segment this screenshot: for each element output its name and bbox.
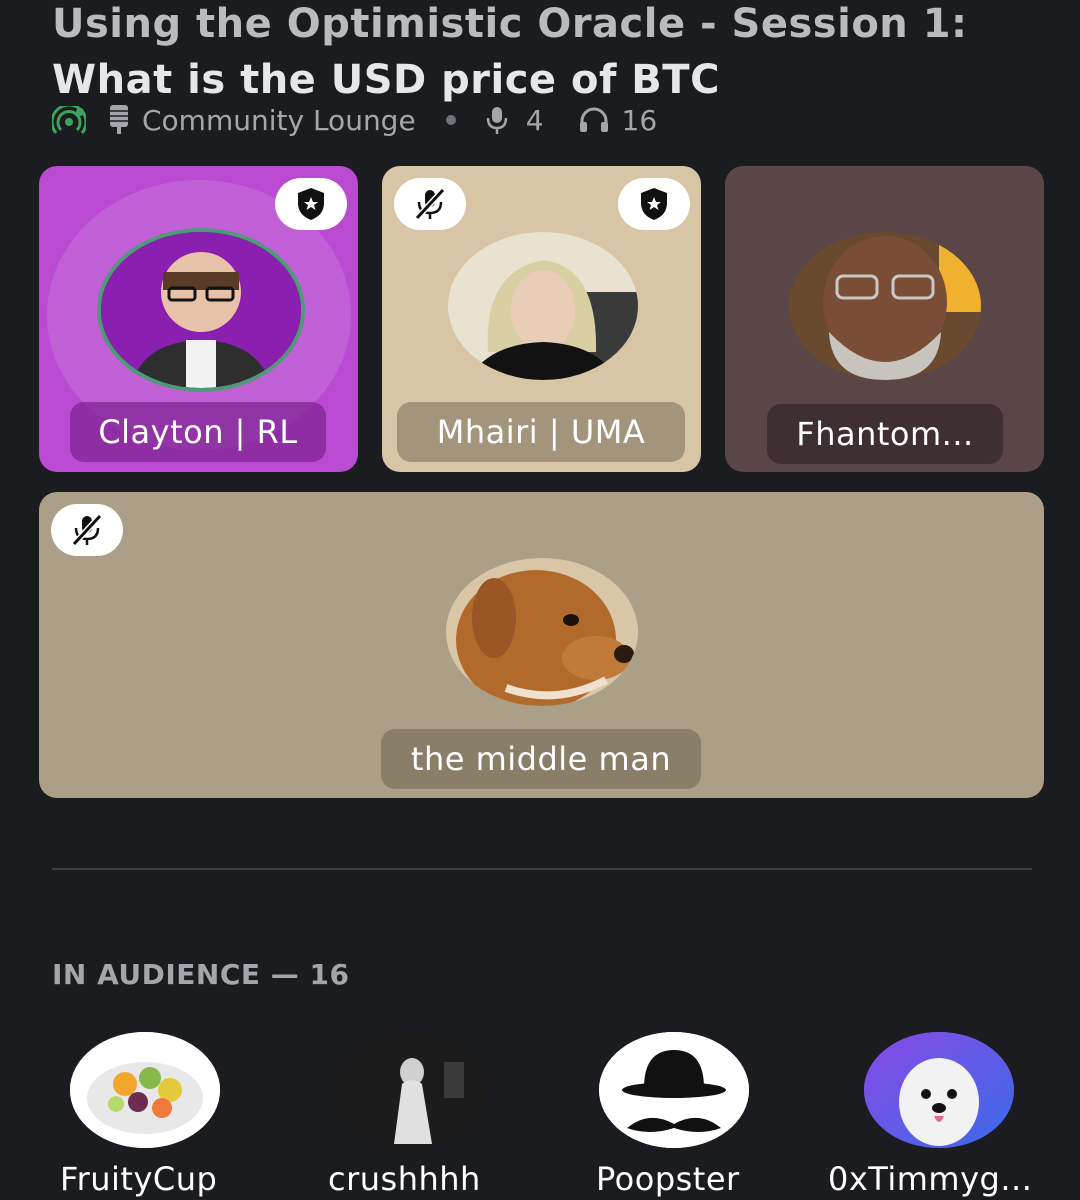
avatar bbox=[864, 1032, 1014, 1148]
avatar bbox=[789, 232, 981, 380]
channel-icon bbox=[108, 104, 130, 136]
listener-count: 16 bbox=[621, 103, 658, 137]
divider bbox=[52, 868, 1032, 870]
channel-name[interactable]: Community Lounge bbox=[142, 104, 416, 137]
microphone-icon bbox=[486, 105, 508, 135]
avatar bbox=[336, 1032, 486, 1148]
avatar bbox=[97, 228, 305, 392]
speaker-name: the middle man bbox=[381, 729, 701, 789]
audience-header: IN AUDIENCE — 16 bbox=[52, 958, 350, 991]
speaker-count: 4 bbox=[525, 103, 544, 137]
speaker-tile-the-middle-man[interactable]: the middle man bbox=[39, 492, 1044, 798]
separator-dot bbox=[445, 115, 456, 125]
avatar bbox=[599, 1032, 749, 1148]
stage-title-line-1: Using the Optimistic Oracle - Session 1: bbox=[52, 1, 968, 47]
avatar bbox=[446, 558, 638, 706]
muted-microphone-icon bbox=[51, 504, 123, 556]
avatar bbox=[70, 1032, 220, 1148]
speaker-name: Fhantom... bbox=[767, 404, 1003, 464]
speaker-tile-mhairi[interactable]: Mhairi | UMA bbox=[382, 166, 701, 472]
muted-microphone-icon bbox=[394, 178, 466, 230]
audience-name: 0xTimmyg... bbox=[828, 1160, 1033, 1198]
moderator-shield-icon bbox=[275, 178, 347, 230]
speaker-tile-fhantom[interactable]: Fhantom... bbox=[725, 166, 1044, 472]
stage-title: Using the Optimistic Oracle - Session 1:… bbox=[52, 0, 1052, 108]
audience-name: FruityCup bbox=[60, 1160, 218, 1198]
speaker-tile-clayton[interactable]: Clayton | RL bbox=[39, 166, 358, 472]
stage-live-icon bbox=[52, 106, 86, 134]
audience-name: crushhhh bbox=[328, 1160, 481, 1198]
moderator-shield-icon bbox=[618, 178, 690, 230]
avatar bbox=[448, 232, 638, 380]
audience-name: Poopster bbox=[596, 1160, 740, 1198]
stage-meta: Community Lounge 4 16 bbox=[52, 100, 657, 140]
speaker-name: Mhairi | UMA bbox=[397, 402, 685, 462]
speaker-name: Clayton | RL bbox=[70, 402, 326, 462]
headphones-icon bbox=[578, 106, 610, 134]
